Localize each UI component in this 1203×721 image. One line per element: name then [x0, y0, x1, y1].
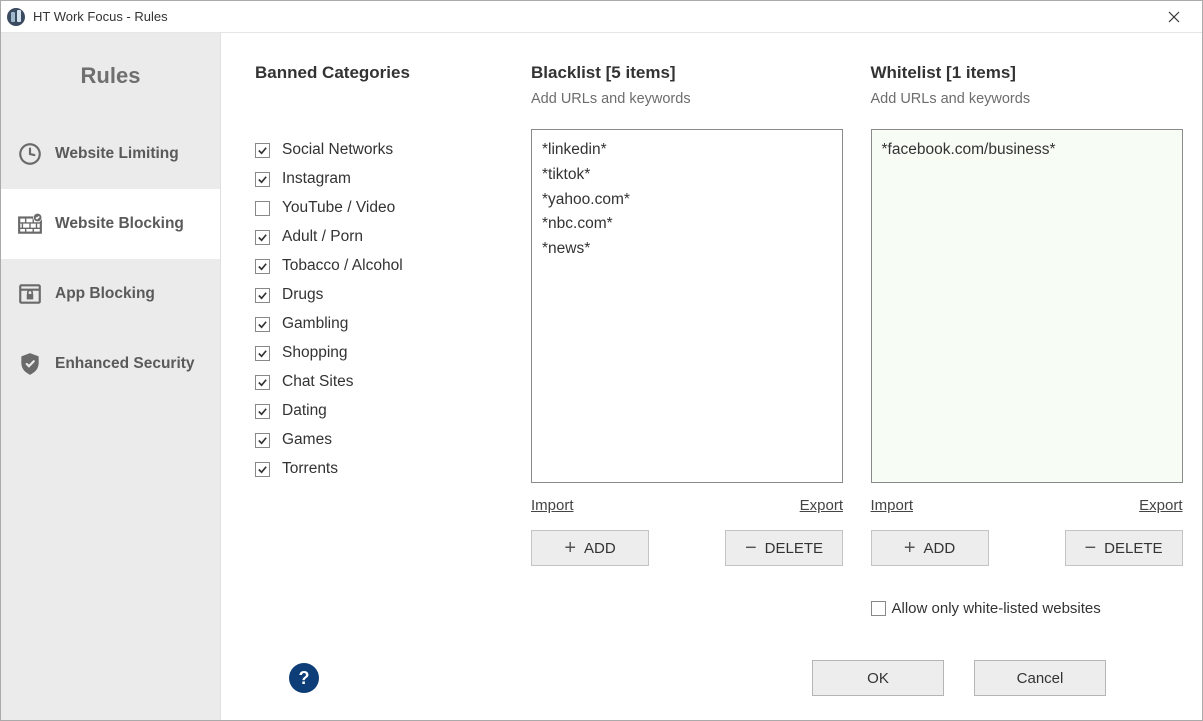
whitelist-column: Whitelist [1 items] Add URLs and keyword… — [871, 63, 1155, 617]
sidebar-item-label: Website Blocking — [55, 215, 184, 233]
blacklist-delete-button[interactable]: − DELETE — [725, 530, 843, 566]
category-label: Chat Sites — [282, 373, 354, 391]
category-label: Torrents — [282, 460, 338, 478]
banned-categories-column: Banned Categories Social Networks Instagr… — [255, 63, 475, 617]
whitelist-delete-button[interactable]: − DELETE — [1065, 530, 1183, 566]
main-area: Rules Website Limiting Website Blocking … — [1, 33, 1202, 720]
sidebar-item-label: Website Limiting — [55, 145, 179, 163]
whitelist-textarea[interactable] — [871, 129, 1183, 483]
checkbox-icon — [255, 201, 270, 216]
checkbox-icon — [871, 601, 886, 616]
checkbox-icon — [255, 375, 270, 390]
checkbox-icon — [255, 259, 270, 274]
sidebar-item-website-blocking[interactable]: Website Blocking — [1, 189, 220, 259]
category-checkbox[interactable]: Adult / Porn — [255, 228, 475, 246]
checkbox-icon — [255, 288, 270, 303]
category-label: Instagram — [282, 170, 351, 188]
app-icon — [7, 8, 25, 26]
firewall-icon — [17, 211, 43, 237]
shield-icon — [17, 351, 43, 377]
checkbox-icon — [255, 433, 270, 448]
plus-icon: + — [904, 538, 916, 558]
checkbox-icon — [255, 172, 270, 187]
category-checkbox[interactable]: Tobacco / Alcohol — [255, 257, 475, 275]
category-checkbox[interactable]: Torrents — [255, 460, 475, 478]
category-checkbox[interactable]: Games — [255, 431, 475, 449]
titlebar: HT Work Focus - Rules — [1, 1, 1202, 33]
category-label: Tobacco / Alcohol — [282, 257, 403, 275]
allow-only-whitelist-checkbox[interactable]: Allow only white-listed websites — [871, 600, 1183, 617]
sidebar-item-label: Enhanced Security — [55, 355, 195, 373]
category-checkbox[interactable]: Instagram — [255, 170, 475, 188]
blacklist-export-link[interactable]: Export — [800, 497, 843, 514]
button-label: DELETE — [765, 540, 823, 557]
checkbox-icon — [255, 346, 270, 361]
blacklist-subtext: Add URLs and keywords — [531, 91, 815, 107]
help-button[interactable]: ? — [289, 663, 319, 693]
button-label: ADD — [924, 540, 956, 557]
whitelist-subtext: Add URLs and keywords — [871, 91, 1155, 107]
sidebar-item-enhanced-security[interactable]: Enhanced Security — [1, 329, 220, 399]
checkbox-icon — [255, 404, 270, 419]
dialog-footer: ? OK Cancel — [255, 642, 1154, 720]
category-label: YouTube / Video — [282, 199, 395, 217]
close-icon — [1168, 11, 1180, 23]
category-label: Adult / Porn — [282, 228, 363, 246]
category-label: Shopping — [282, 344, 348, 362]
clock-icon — [17, 141, 43, 167]
window-title: HT Work Focus - Rules — [33, 9, 1154, 24]
category-checkbox[interactable]: Social Networks — [255, 141, 475, 159]
blacklist-column: Blacklist [5 items] Add URLs and keyword… — [531, 63, 815, 617]
ok-button[interactable]: OK — [812, 660, 944, 696]
sidebar-item-label: App Blocking — [55, 285, 155, 303]
minus-icon: − — [1084, 538, 1096, 558]
whitelist-export-link[interactable]: Export — [1139, 497, 1182, 514]
category-checkbox[interactable]: Chat Sites — [255, 373, 475, 391]
categories-list: Social Networks Instagram YouTube / Video A… — [255, 141, 475, 489]
checkbox-icon — [255, 317, 270, 332]
blacklist-import-link[interactable]: Import — [531, 497, 574, 514]
category-label: Social Networks — [282, 141, 393, 159]
button-label: DELETE — [1104, 540, 1162, 557]
category-label: Dating — [282, 402, 327, 420]
whitelist-import-link[interactable]: Import — [871, 497, 914, 514]
sidebar-heading: Rules — [1, 63, 220, 89]
sidebar: Rules Website Limiting Website Blocking … — [1, 33, 221, 720]
category-label: Gambling — [282, 315, 348, 333]
plus-icon: + — [564, 538, 576, 558]
sidebar-item-website-limiting[interactable]: Website Limiting — [1, 119, 220, 189]
minus-icon: − — [745, 538, 757, 558]
allow-only-label: Allow only white-listed websites — [892, 600, 1101, 617]
cancel-button[interactable]: Cancel — [974, 660, 1106, 696]
lock-window-icon — [17, 281, 43, 307]
category-label: Games — [282, 431, 332, 449]
blacklist-title: Blacklist [5 items] — [531, 63, 815, 83]
blacklist-add-button[interactable]: + ADD — [531, 530, 649, 566]
category-checkbox[interactable]: Drugs — [255, 286, 475, 304]
checkbox-icon — [255, 462, 270, 477]
category-checkbox[interactable]: YouTube / Video — [255, 199, 475, 217]
categories-title: Banned Categories — [255, 63, 475, 83]
close-button[interactable] — [1154, 1, 1194, 32]
whitelist-title: Whitelist [1 items] — [871, 63, 1155, 83]
button-label: ADD — [584, 540, 616, 557]
whitelist-add-button[interactable]: + ADD — [871, 530, 989, 566]
sidebar-item-app-blocking[interactable]: App Blocking — [1, 259, 220, 329]
checkbox-icon — [255, 230, 270, 245]
checkbox-icon — [255, 143, 270, 158]
category-checkbox[interactable]: Shopping — [255, 344, 475, 362]
category-label: Drugs — [282, 286, 323, 304]
category-checkbox[interactable]: Dating — [255, 402, 475, 420]
content-area: Banned Categories Social Networks Instagr… — [221, 33, 1202, 720]
question-icon: ? — [299, 668, 310, 689]
blacklist-textarea[interactable] — [531, 129, 843, 483]
category-checkbox[interactable]: Gambling — [255, 315, 475, 333]
